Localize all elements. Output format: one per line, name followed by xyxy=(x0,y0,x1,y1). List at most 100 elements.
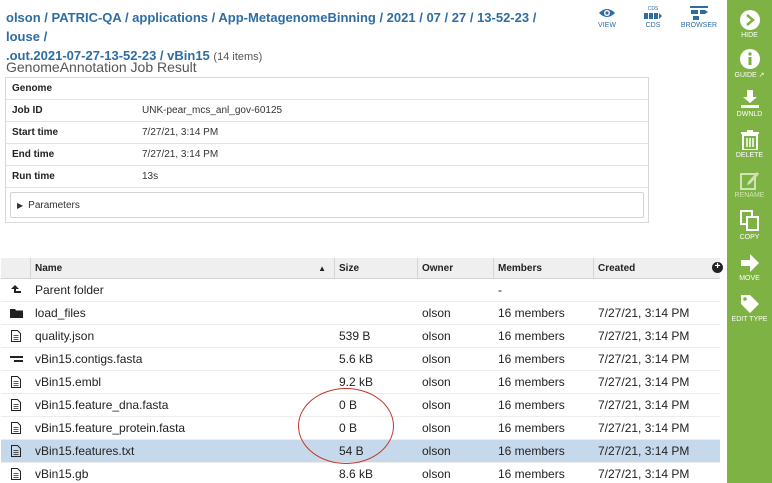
breadcrumb-item-time[interactable]: 13-52-23 xyxy=(477,10,529,25)
breadcrumb-item-applications[interactable]: applications xyxy=(132,10,208,25)
breadcrumb-item-day[interactable]: 27 xyxy=(452,10,466,25)
breadcrumb-item-louse[interactable]: louse xyxy=(6,29,40,44)
rename-button[interactable]: RENAME xyxy=(727,168,772,199)
job-info-table: Genome Job ID UNK-pear_mcs_anl_gov-60125… xyxy=(5,77,649,223)
file-created: 7/27/21, 3:14 PM xyxy=(598,352,690,366)
job-row-run-time: Run time 13s xyxy=(6,166,648,188)
parameters-label: Parameters xyxy=(28,199,80,211)
file-size: 539 B xyxy=(339,329,371,343)
file-members: - xyxy=(498,283,502,297)
file-created: 7/27/21, 3:14 PM xyxy=(598,306,690,320)
delete-button[interactable]: DELETE xyxy=(727,128,772,159)
guide-button[interactable]: GUIDE ↗ xyxy=(727,47,772,79)
column-header-name-label: Name xyxy=(35,262,63,274)
trash-icon xyxy=(727,128,772,150)
table-row[interactable]: vBin15.contigs.fasta 5.6 kB olson 16 mem… xyxy=(1,348,720,371)
move-button[interactable]: MOVE xyxy=(727,251,772,282)
file-members: 16 members xyxy=(498,467,565,481)
parameters-toggle[interactable]: ▶ Parameters xyxy=(10,192,644,218)
download-button[interactable]: DWNLD xyxy=(727,87,772,118)
job-row-id: Job ID UNK-pear_mcs_anl_gov-60125 xyxy=(6,100,648,122)
table-row[interactable]: Parent folder - xyxy=(1,279,720,302)
eye-icon xyxy=(584,4,630,22)
download-icon xyxy=(727,87,772,109)
file-name: vBin15.embl xyxy=(35,375,102,389)
hide-label: HIDE xyxy=(741,32,758,39)
file-owner: olson xyxy=(422,306,451,320)
table-row[interactable]: load_files olson 16 members 7/27/21, 3:1… xyxy=(1,302,720,325)
breadcrumb-item-month[interactable]: 07 xyxy=(426,10,440,25)
delete-label: DELETE xyxy=(735,152,764,159)
view-button[interactable]: VIEW xyxy=(584,4,630,38)
job-key: Job ID xyxy=(12,105,43,116)
file-name: load_files xyxy=(35,306,86,320)
file-owner: olson xyxy=(422,352,451,366)
table-row[interactable]: vBin15.gb 8.6 kB olson 16 members 7/27/2… xyxy=(1,463,720,483)
tag-icon xyxy=(727,292,772,314)
file-members: 16 members xyxy=(498,329,565,343)
file-created: 7/27/21, 3:14 PM xyxy=(598,398,690,412)
rename-label: RENAME xyxy=(734,192,765,199)
parent-folder-icon xyxy=(1,284,31,296)
item-count: (14 items) xyxy=(213,51,263,63)
grid-header: Name ▲ Size Owner Members Created xyxy=(1,258,720,279)
breadcrumb-item-app[interactable]: App-MetagenomeBinning xyxy=(218,10,375,25)
file-name: vBin15.gb xyxy=(35,467,89,481)
file-name: quality.json xyxy=(35,329,95,343)
file-members: 16 members xyxy=(498,375,565,389)
arrow-right-circle-icon xyxy=(727,8,772,30)
copy-label: COPY xyxy=(739,234,760,241)
file-name: Parent folder xyxy=(35,283,104,297)
view-toggle-group: VIEW CDS CDS BROWSER xyxy=(584,4,724,38)
download-label: DWNLD xyxy=(736,111,763,118)
job-key: End time xyxy=(12,149,55,160)
breadcrumb-item-year[interactable]: 2021 xyxy=(387,10,416,25)
job-value: 7/27/21, 3:14 PM xyxy=(142,127,219,138)
cds-button-label: CDS xyxy=(645,22,661,29)
copy-button[interactable]: COPY xyxy=(727,210,772,241)
file-created: 7/27/21, 3:14 PM xyxy=(598,421,690,435)
column-header-members[interactable]: Members xyxy=(494,258,594,278)
breadcrumb-item-user[interactable]: olson xyxy=(6,10,41,25)
job-row-start-time: Start time 7/27/21, 3:14 PM xyxy=(6,122,648,144)
column-header-size[interactable]: Size xyxy=(335,258,418,278)
browser-icon xyxy=(676,4,722,22)
file-members: 16 members xyxy=(498,421,565,435)
file-owner: olson xyxy=(422,329,451,343)
file-created: 7/27/21, 3:14 PM xyxy=(598,444,690,458)
sort-ascending-icon: ▲ xyxy=(318,263,326,273)
hide-button[interactable]: HIDE xyxy=(727,8,772,39)
file-icon xyxy=(1,376,31,388)
column-header-name[interactable]: Name ▲ xyxy=(31,258,335,278)
file-icon xyxy=(1,468,31,480)
add-column-icon[interactable]: + xyxy=(712,262,723,273)
header-icon-col xyxy=(1,258,31,278)
cds-icon: CDS xyxy=(630,4,676,22)
contigs-icon xyxy=(1,354,31,364)
job-key: Start time xyxy=(12,127,59,138)
breadcrumb-item-workspace[interactable]: PATRIC-QA xyxy=(52,10,122,25)
job-key: Genome xyxy=(12,83,53,94)
column-header-owner[interactable]: Owner xyxy=(418,258,494,278)
move-label: MOVE xyxy=(739,275,760,282)
job-value: UNK-pear_mcs_anl_gov-60125 xyxy=(142,105,283,116)
file-owner: olson xyxy=(422,375,451,389)
file-name: vBin15.contigs.fasta xyxy=(35,352,143,366)
parameters-wrapper: ▶ Parameters xyxy=(6,188,648,222)
table-row[interactable]: quality.json 539 B olson 16 members 7/27… xyxy=(1,325,720,348)
file-members: 16 members xyxy=(498,306,565,320)
file-icon xyxy=(1,330,31,342)
cds-button[interactable]: CDS CDS xyxy=(630,4,676,38)
browser-button[interactable]: BROWSER xyxy=(676,4,722,38)
folder-icon xyxy=(1,308,31,318)
job-key: Run time xyxy=(12,171,55,182)
column-header-created[interactable]: Created xyxy=(594,258,720,278)
file-icon xyxy=(1,445,31,457)
file-created: 7/27/21, 3:14 PM xyxy=(598,329,690,343)
edit-type-button[interactable]: EDIT TYPE xyxy=(727,292,772,323)
guide-label: GUIDE ↗ xyxy=(734,72,765,79)
file-icon xyxy=(1,399,31,411)
action-bar: HIDE GUIDE ↗ DWNLD DELETE RENAME COPY MO… xyxy=(727,0,772,483)
copy-icon xyxy=(727,210,772,232)
file-members: 16 members xyxy=(498,444,565,458)
